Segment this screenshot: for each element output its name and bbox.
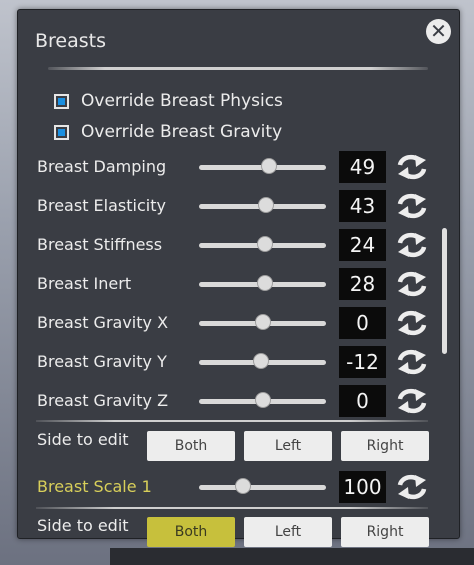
slider-thumb[interactable] — [260, 158, 277, 174]
slider-row-breast-gravity-y: Breast Gravity Y -12 — [18, 345, 459, 379]
slider-label: Breast Scale 1 — [37, 477, 152, 496]
toggle-label: Override Breast Gravity — [81, 122, 283, 142]
slider-label: Breast Elasticity — [37, 196, 166, 215]
value-field[interactable]: 0 — [339, 385, 386, 417]
value-field[interactable]: 24 — [339, 229, 386, 261]
reset-icon[interactable] — [396, 309, 428, 337]
slider-label: Breast Inert — [37, 274, 132, 293]
slider-thumb[interactable] — [257, 275, 274, 291]
checkbox-override-gravity[interactable] — [54, 124, 69, 140]
slider-row-breast-gravity-z: Breast Gravity Z 0 — [18, 384, 459, 418]
slider-label: Breast Gravity Z — [37, 391, 169, 410]
close-icon[interactable]: ✕ — [426, 19, 451, 44]
reset-icon[interactable] — [396, 231, 428, 259]
breasts-panel: Breasts ✕ Override Breast Physics Overri… — [17, 9, 460, 547]
side-both-button[interactable]: Both — [147, 431, 235, 461]
value-field[interactable]: 43 — [339, 190, 386, 222]
value-field[interactable]: 28 — [339, 268, 386, 300]
background-bar — [110, 548, 474, 565]
slider-label: Breast Stiffness — [37, 235, 163, 254]
toggle-label: Override Breast Physics — [81, 91, 283, 111]
side-both-button[interactable]: Both — [147, 517, 235, 547]
slider-row-breast-damping: Breast Damping 49 — [18, 150, 459, 184]
side-to-edit-label: Side to edit — [37, 516, 129, 535]
panel-title: Breasts — [35, 30, 107, 52]
reset-icon[interactable] — [396, 348, 428, 376]
side-left-button[interactable]: Left — [244, 517, 332, 547]
slider-row-breast-stiffness: Breast Stiffness 24 — [18, 228, 459, 262]
value-field[interactable]: 100 — [339, 471, 386, 503]
value-field[interactable]: -12 — [339, 346, 386, 378]
side-right-button[interactable]: Right — [341, 431, 429, 461]
side-right-button[interactable]: Right — [341, 517, 429, 547]
reset-icon[interactable] — [396, 473, 428, 501]
checkbox-override-physics[interactable] — [54, 93, 69, 109]
slider-thumb[interactable] — [258, 197, 275, 213]
slider-row-breast-gravity-x: Breast Gravity X 0 — [18, 306, 459, 340]
slider-thumb[interactable] — [235, 478, 252, 494]
slider-thumb[interactable] — [254, 392, 271, 408]
slider-row-breast-scale: Breast Scale 1 100 — [18, 470, 459, 504]
slider-thumb[interactable] — [257, 236, 274, 252]
section-divider — [36, 420, 428, 422]
slider-label: Breast Gravity Y — [37, 352, 167, 371]
toggle-override-physics[interactable]: Override Breast Physics — [54, 89, 283, 113]
slider-label: Breast Damping — [37, 157, 167, 176]
reset-icon[interactable] — [396, 153, 428, 181]
reset-icon[interactable] — [396, 192, 428, 220]
title-divider — [48, 67, 428, 70]
side-to-edit-label: Side to edit — [37, 430, 129, 449]
slider-thumb[interactable] — [253, 353, 270, 369]
slider-track[interactable] — [199, 485, 326, 490]
slider-row-breast-elasticity: Breast Elasticity 43 — [18, 189, 459, 223]
toggle-override-gravity[interactable]: Override Breast Gravity — [54, 120, 282, 144]
section-divider — [36, 507, 428, 509]
slider-thumb[interactable] — [254, 314, 271, 330]
reset-icon[interactable] — [396, 270, 428, 298]
reset-icon[interactable] — [396, 387, 428, 415]
scrollbar[interactable] — [442, 228, 447, 354]
slider-row-breast-inert: Breast Inert 28 — [18, 267, 459, 301]
value-field[interactable]: 49 — [339, 151, 386, 183]
slider-label: Breast Gravity X — [37, 313, 169, 332]
value-field[interactable]: 0 — [339, 307, 386, 339]
side-left-button[interactable]: Left — [244, 431, 332, 461]
